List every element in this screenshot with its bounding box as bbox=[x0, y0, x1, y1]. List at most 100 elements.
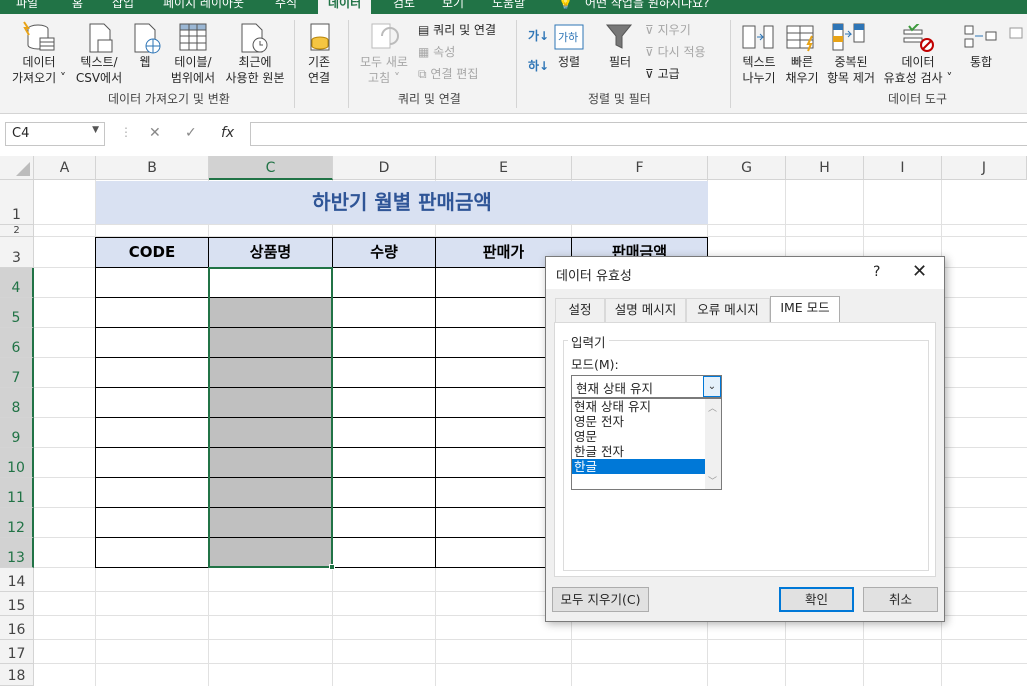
chevron-down-icon[interactable]: ⌄ bbox=[703, 376, 721, 397]
cell-product-name[interactable] bbox=[208, 537, 333, 568]
tab-ime-mode[interactable]: IME 모드 bbox=[770, 296, 840, 323]
tab-help[interactable]: 도움말 bbox=[492, 0, 525, 14]
name-box[interactable]: C4 ▼ bbox=[5, 122, 105, 146]
row-header-13[interactable]: 13 bbox=[0, 538, 34, 568]
ok-button[interactable]: 확인 bbox=[779, 587, 854, 612]
cell-code[interactable] bbox=[95, 417, 209, 448]
cell-code[interactable] bbox=[95, 327, 209, 358]
tab-formulas[interactable]: 수식 bbox=[275, 0, 297, 14]
tell-me-search[interactable]: 어떤 작업을 원하시나요? bbox=[585, 0, 709, 14]
edit-links-button[interactable]: ⧉ 연결 편집 bbox=[418, 66, 478, 82]
cell-quantity[interactable] bbox=[332, 387, 436, 418]
tab-file[interactable]: 파일 bbox=[16, 0, 38, 14]
row-header-14[interactable]: 14 bbox=[0, 568, 34, 592]
filter-button[interactable]: 필터 bbox=[603, 54, 637, 70]
tab-home[interactable]: 홈 bbox=[72, 0, 83, 14]
tab-data[interactable]: 데이터 bbox=[318, 0, 372, 14]
cell-code[interactable] bbox=[95, 537, 209, 568]
mode-option-selected[interactable]: 한글 bbox=[572, 459, 705, 474]
row-header-9[interactable]: 9 bbox=[0, 418, 34, 448]
tab-review[interactable]: 검토 bbox=[393, 0, 415, 14]
cell-quantity[interactable] bbox=[332, 417, 436, 448]
cell-quantity[interactable] bbox=[332, 447, 436, 478]
mode-option[interactable]: 현재 상태 유지 bbox=[572, 399, 705, 414]
cell-quantity[interactable] bbox=[332, 477, 436, 508]
row-header-12[interactable]: 12 bbox=[0, 508, 34, 538]
mode-option[interactable]: 한글 전자 bbox=[572, 444, 705, 459]
remove-duplicates-button[interactable]: 중복된 항목 제거 bbox=[824, 54, 878, 86]
advanced-filter-button[interactable]: ⊽ 고급 bbox=[645, 66, 680, 82]
enter-icon[interactable]: ✓ bbox=[185, 125, 197, 141]
dialog-title-bar[interactable]: 데이터 유효성 ? ✕ bbox=[546, 257, 944, 289]
chevron-up-icon[interactable]: ︿ bbox=[708, 401, 717, 414]
cell-product-name[interactable] bbox=[208, 387, 333, 418]
cell-quantity[interactable] bbox=[332, 327, 436, 358]
row-header-8[interactable]: 8 bbox=[0, 388, 34, 418]
tab-insert[interactable]: 삽입 bbox=[112, 0, 134, 14]
formula-input[interactable] bbox=[250, 122, 1027, 146]
flash-fill-button[interactable]: 빠른 채우기 bbox=[782, 54, 822, 86]
column-header-i[interactable]: I bbox=[864, 156, 942, 180]
cell-code[interactable] bbox=[95, 477, 209, 508]
row-header-11[interactable]: 11 bbox=[0, 478, 34, 508]
cell-code[interactable] bbox=[95, 447, 209, 478]
clear-all-button[interactable]: 모두 지우기(C) bbox=[552, 587, 649, 612]
sheet-title[interactable]: 하반기 월별 판매금액 bbox=[96, 181, 708, 224]
cancel-button[interactable]: 취소 bbox=[863, 587, 938, 612]
column-header-h[interactable]: H bbox=[786, 156, 864, 180]
column-header-e[interactable]: E bbox=[436, 156, 572, 180]
cell-quantity[interactable] bbox=[332, 357, 436, 388]
row-header-15[interactable]: 15 bbox=[0, 592, 34, 616]
cell-code[interactable] bbox=[95, 357, 209, 388]
recent-sources-button[interactable]: 최근에 사용한 원본 bbox=[222, 54, 288, 86]
table-range-button[interactable]: 테이블/ 범위에서 bbox=[166, 54, 220, 86]
cell-quantity[interactable] bbox=[332, 297, 436, 328]
column-header-a[interactable]: A bbox=[34, 156, 96, 180]
column-header-b[interactable]: B bbox=[96, 156, 209, 180]
cell-code[interactable] bbox=[95, 267, 209, 298]
cell-product-name[interactable] bbox=[208, 447, 333, 478]
close-icon[interactable]: ✕ bbox=[912, 261, 927, 282]
dropdown-scrollbar[interactable]: ︿ ﹀ bbox=[705, 399, 721, 489]
text-to-columns-button[interactable]: 텍스트 나누기 bbox=[738, 54, 780, 86]
chevron-down-icon[interactable]: ﹀ bbox=[708, 474, 717, 487]
sort-button[interactable]: 정렬 bbox=[552, 54, 586, 70]
tab-page-layout[interactable]: 페이지 레이아웃 bbox=[163, 0, 244, 14]
cell-quantity[interactable] bbox=[332, 267, 436, 298]
column-header-j[interactable]: J bbox=[942, 156, 1027, 180]
row-header-2[interactable]: 2 bbox=[0, 225, 34, 237]
header-code[interactable]: CODE bbox=[95, 237, 209, 268]
sort-z-a-button[interactable]: 하↓ bbox=[528, 58, 549, 74]
row-header-18[interactable]: 18 bbox=[0, 664, 34, 686]
cell-quantity[interactable] bbox=[332, 507, 436, 538]
tab-view[interactable]: 보기 bbox=[442, 0, 464, 14]
web-button[interactable]: 웹 bbox=[133, 54, 157, 70]
help-icon[interactable]: ? bbox=[873, 264, 880, 280]
tab-settings[interactable]: 설정 bbox=[555, 298, 605, 322]
queries-connections-button[interactable]: ▤ 쿼리 및 연결 bbox=[418, 22, 496, 38]
cell-code[interactable] bbox=[95, 297, 209, 328]
row-header-7[interactable]: 7 bbox=[0, 358, 34, 388]
row-header-4[interactable]: 4 bbox=[0, 268, 34, 298]
header-product-name[interactable]: 상품명 bbox=[208, 237, 333, 268]
cell-code[interactable] bbox=[95, 507, 209, 538]
header-quantity[interactable]: 수량 bbox=[332, 237, 436, 268]
tab-error-message[interactable]: 오류 메시지 bbox=[686, 298, 770, 322]
refresh-all-button[interactable]: 모두 새로 고침 ˅ bbox=[356, 54, 412, 86]
sort-a-z-button[interactable]: 가↓ bbox=[528, 28, 549, 44]
clear-filter-button[interactable]: ⊽ 지우기 bbox=[645, 22, 691, 38]
get-data-button[interactable]: 데이터 가져오기 ˅ bbox=[8, 54, 70, 86]
cell-product-name[interactable] bbox=[208, 327, 333, 358]
insert-function-icon[interactable]: fx bbox=[221, 125, 234, 141]
row-header-17[interactable]: 17 bbox=[0, 640, 34, 664]
mode-option[interactable]: 영문 전자 bbox=[572, 414, 705, 429]
mode-option[interactable]: 영문 bbox=[572, 429, 705, 444]
chevron-down-icon[interactable]: ▼ bbox=[92, 125, 99, 135]
reapply-button[interactable]: ⊽ 다시 적용 bbox=[645, 44, 706, 60]
row-header-3[interactable]: 3 bbox=[0, 237, 34, 268]
cancel-icon[interactable]: ✕ bbox=[149, 125, 161, 141]
row-header-5[interactable]: 5 bbox=[0, 298, 34, 328]
mode-select[interactable]: 현재 상태 유지 ⌄ bbox=[571, 375, 722, 398]
column-header-d[interactable]: D bbox=[333, 156, 436, 180]
row-header-1[interactable]: 1 bbox=[0, 180, 34, 225]
